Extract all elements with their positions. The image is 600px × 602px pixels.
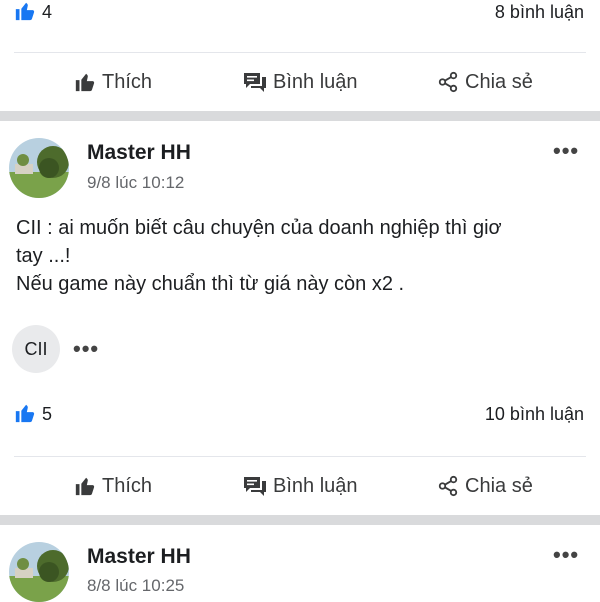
like-button[interactable]: Thích xyxy=(74,475,152,498)
comment-label: Bình luận xyxy=(273,70,358,93)
comment-count[interactable]: 8 bình luận xyxy=(495,2,584,23)
post-separator xyxy=(0,515,600,525)
action-bar: Thích Bình luận Chia sẻ xyxy=(0,458,600,514)
more-dots-icon[interactable]: ••• xyxy=(553,542,579,568)
avatar[interactable] xyxy=(9,542,69,602)
divider xyxy=(14,456,586,457)
share-icon xyxy=(437,71,459,93)
post-text-line: CII : ai muốn biết câu chuyện của doanh … xyxy=(16,217,502,239)
author-name[interactable]: Master HH xyxy=(87,545,191,569)
thumbs-up-icon xyxy=(74,475,96,497)
thumbs-up-icon xyxy=(74,71,96,93)
more-dots-icon[interactable]: ••• xyxy=(73,336,99,362)
share-button[interactable]: Chia sẻ xyxy=(437,71,533,94)
top-post-stats: 4 8 bình luận xyxy=(0,0,600,32)
like-button[interactable]: Thích xyxy=(74,71,152,94)
post-timestamp[interactable]: 9/8 lúc 10:12 xyxy=(87,173,184,193)
share-icon xyxy=(437,475,459,497)
share-label: Chia sẻ xyxy=(465,70,533,93)
like-label: Thích xyxy=(102,474,153,497)
share-button[interactable]: Chia sẻ xyxy=(437,475,533,498)
post-timestamp[interactable]: 8/8 lúc 10:25 xyxy=(87,576,184,596)
post-separator xyxy=(0,111,600,121)
like-thumb-icon xyxy=(14,0,36,27)
like-count[interactable]: 5 xyxy=(42,404,52,425)
divider xyxy=(14,52,586,53)
comment-count[interactable]: 10 bình luận xyxy=(485,404,584,425)
action-bar: Thích Bình luận Chia sẻ xyxy=(0,54,600,110)
like-thumb-icon xyxy=(14,402,36,429)
author-name[interactable]: Master HH xyxy=(87,141,191,165)
share-label: Chia sẻ xyxy=(465,474,533,497)
comment-button[interactable]: Bình luận xyxy=(243,475,358,498)
more-dots-icon[interactable]: ••• xyxy=(553,138,579,164)
comment-bubble-icon xyxy=(243,71,267,93)
post-text: CII : ai muốn biết câu chuyện của doanh … xyxy=(16,214,586,298)
comment-button[interactable]: Bình luận xyxy=(243,71,358,94)
like-label: Thích xyxy=(102,70,153,93)
tag-chip[interactable]: CII xyxy=(12,325,60,373)
comment-bubble-icon xyxy=(243,475,267,497)
post-text-line: tay ...! xyxy=(16,245,71,267)
post-text-line: Nếu game này chuẩn thì từ giá này còn x2… xyxy=(16,273,405,295)
avatar[interactable] xyxy=(9,138,69,198)
post-stats: 5 10 bình luận xyxy=(0,394,600,434)
comment-label: Bình luận xyxy=(273,474,358,497)
like-count[interactable]: 4 xyxy=(42,2,52,23)
